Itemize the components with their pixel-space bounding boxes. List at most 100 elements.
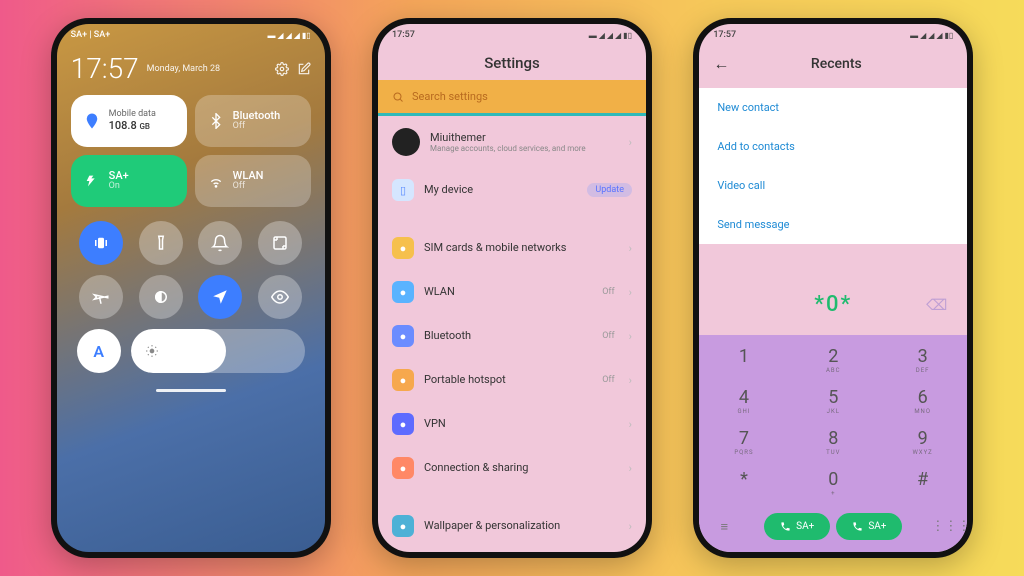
dial-key[interactable]: 3DEF [878, 341, 967, 382]
menu-icon[interactable]: ≡ [713, 519, 735, 535]
dial-key-letters: + [789, 490, 878, 498]
search-input[interactable]: Search settings [378, 80, 646, 116]
chevron-right-icon: › [629, 374, 632, 387]
location-toggle[interactable] [198, 275, 242, 319]
bell-toggle[interactable] [198, 221, 242, 265]
status-bar: 17:57 ▬ ◢ ◢ ◢ ▮▯ [699, 24, 967, 46]
settings-item[interactable]: ● VPN › [378, 402, 646, 446]
dial-key[interactable]: 7PQRS [699, 423, 788, 464]
context-menu: New contactAdd to contactsVideo callSend… [699, 88, 967, 244]
chevron-right-icon: › [629, 418, 632, 431]
chevron-right-icon: › [629, 286, 632, 299]
dial-key[interactable]: 1 [699, 341, 788, 382]
settings-item-icon: ● [392, 325, 414, 347]
back-button[interactable]: ← [713, 54, 729, 74]
chevron-right-icon: › [629, 520, 632, 533]
dial-key-letters: GHI [699, 408, 788, 416]
screenshot-toggle[interactable] [258, 221, 302, 265]
dial-key-letters: ABC [789, 367, 878, 375]
status-time: 17:57 [392, 30, 415, 40]
dial-key[interactable]: 4GHI [699, 382, 788, 423]
settings-item[interactable]: ● WLAN Off › [378, 270, 646, 314]
context-menu-item[interactable]: Video call [699, 166, 967, 205]
dial-key[interactable]: 8TUV [789, 423, 878, 464]
home-indicator[interactable] [156, 389, 226, 392]
settings-item-label: VPN [424, 417, 619, 430]
airplane-toggle[interactable] [79, 275, 123, 319]
settings-item[interactable]: ● Portable hotspot Off › [378, 358, 646, 402]
page-title: Settings [378, 46, 646, 80]
call-sim2-button[interactable]: SA+ [836, 513, 902, 540]
context-menu-item[interactable]: Add to contacts [699, 127, 967, 166]
settings-item[interactable]: ● Connection & sharing › [378, 446, 646, 490]
settings-item-value: Off [602, 375, 614, 385]
dial-key[interactable]: 6MNO [878, 382, 967, 423]
dial-pad: 12ABC3DEF 4GHI5JKL6MNO 7PQRS8TUV9WXYZ *0+# [699, 335, 967, 507]
dial-key-number: # [878, 471, 967, 489]
bluetooth-icon [207, 112, 225, 130]
bluetooth-tile[interactable]: Bluetooth Off [195, 95, 311, 147]
dial-key-number: 6 [878, 389, 967, 407]
settings-item[interactable]: ● SIM cards & mobile networks › [378, 226, 646, 270]
settings-item[interactable]: ● Always-on display & Lock screen › [378, 548, 646, 552]
dial-key-letters: JKL [789, 408, 878, 416]
settings-item-icon: ● [392, 281, 414, 303]
chevron-right-icon: › [629, 330, 632, 343]
dial-key[interactable]: 9WXYZ [878, 423, 967, 464]
sim-data-icon [83, 172, 101, 190]
eye-toggle[interactable] [258, 275, 302, 319]
dial-input: *0* [713, 292, 953, 317]
page-title: Recents [747, 56, 925, 72]
settings-item-icon: ● [392, 457, 414, 479]
flashlight-toggle[interactable] [139, 221, 183, 265]
dial-key-number: * [699, 471, 788, 489]
status-icons: ▬ ◢ ◢ ◢ ▮▯ [589, 31, 632, 40]
data-icon [83, 112, 101, 130]
phone-dialer: 17:57 ▬ ◢ ◢ ◢ ▮▯ ← Recents New contactAd… [693, 18, 973, 558]
vibrate-toggle[interactable] [79, 221, 123, 265]
dial-key-letters [878, 490, 967, 498]
my-device-item[interactable]: ▯ My device Update [378, 168, 646, 212]
mobile-data-tile[interactable]: Mobile data 108.8 GB [71, 95, 187, 147]
account-item[interactable]: Miuithemer Manage accounts, cloud servic… [378, 116, 646, 168]
update-badge: Update [587, 183, 632, 197]
dial-key-number: 8 [789, 430, 878, 448]
edit-icon[interactable] [297, 62, 311, 76]
dial-key-number: 0 [789, 471, 878, 489]
settings-item-icon: ● [392, 369, 414, 391]
tile-label: Mobile data [109, 110, 156, 120]
dark-mode-toggle[interactable] [139, 275, 183, 319]
brightness-slider[interactable] [131, 329, 305, 373]
phone-control-center: SA+ | SA+ ▬ ◢ ◢ ◢ ▮▯ 17:57 Monday, March… [51, 18, 331, 558]
dial-key[interactable]: 5JKL [789, 382, 878, 423]
wlan-tile[interactable]: WLAN Off [195, 155, 311, 207]
settings-item[interactable]: ● Wallpaper & personalization › [378, 504, 646, 548]
status-time: 17:57 [713, 30, 736, 40]
chevron-right-icon: › [629, 136, 632, 149]
dial-key[interactable]: # [878, 464, 967, 505]
auto-brightness-toggle[interactable]: A [77, 329, 121, 373]
dial-key[interactable]: 2ABC [789, 341, 878, 382]
dial-key-number: 5 [789, 389, 878, 407]
call-sim1-button[interactable]: SA+ [764, 513, 830, 540]
dial-key-number: 2 [789, 348, 878, 366]
settings-item-label: Connection & sharing [424, 461, 619, 474]
status-sim-label: SA+ | SA+ [71, 30, 111, 40]
dial-key[interactable]: 0+ [789, 464, 878, 505]
dial-key-letters [699, 490, 788, 498]
status-bar: 17:57 ▬ ◢ ◢ ◢ ▮▯ [378, 24, 646, 46]
dialpad-toggle-icon[interactable]: ⋮⋮⋮ [931, 519, 953, 534]
sim-tile[interactable]: SA+ On [71, 155, 187, 207]
avatar [392, 128, 420, 156]
settings-icon[interactable] [275, 62, 289, 76]
dial-key-number: 7 [699, 430, 788, 448]
dial-key-number: 1 [699, 348, 788, 366]
backspace-button[interactable]: ⌫ [926, 296, 947, 314]
settings-item[interactable]: ● Bluetooth Off › [378, 314, 646, 358]
dial-key-letters: MNO [878, 408, 967, 416]
settings-item-icon: ● [392, 237, 414, 259]
context-menu-item[interactable]: Send message [699, 205, 967, 244]
dial-key[interactable]: * [699, 464, 788, 505]
dial-key-number: 9 [878, 430, 967, 448]
context-menu-item[interactable]: New contact [699, 88, 967, 127]
